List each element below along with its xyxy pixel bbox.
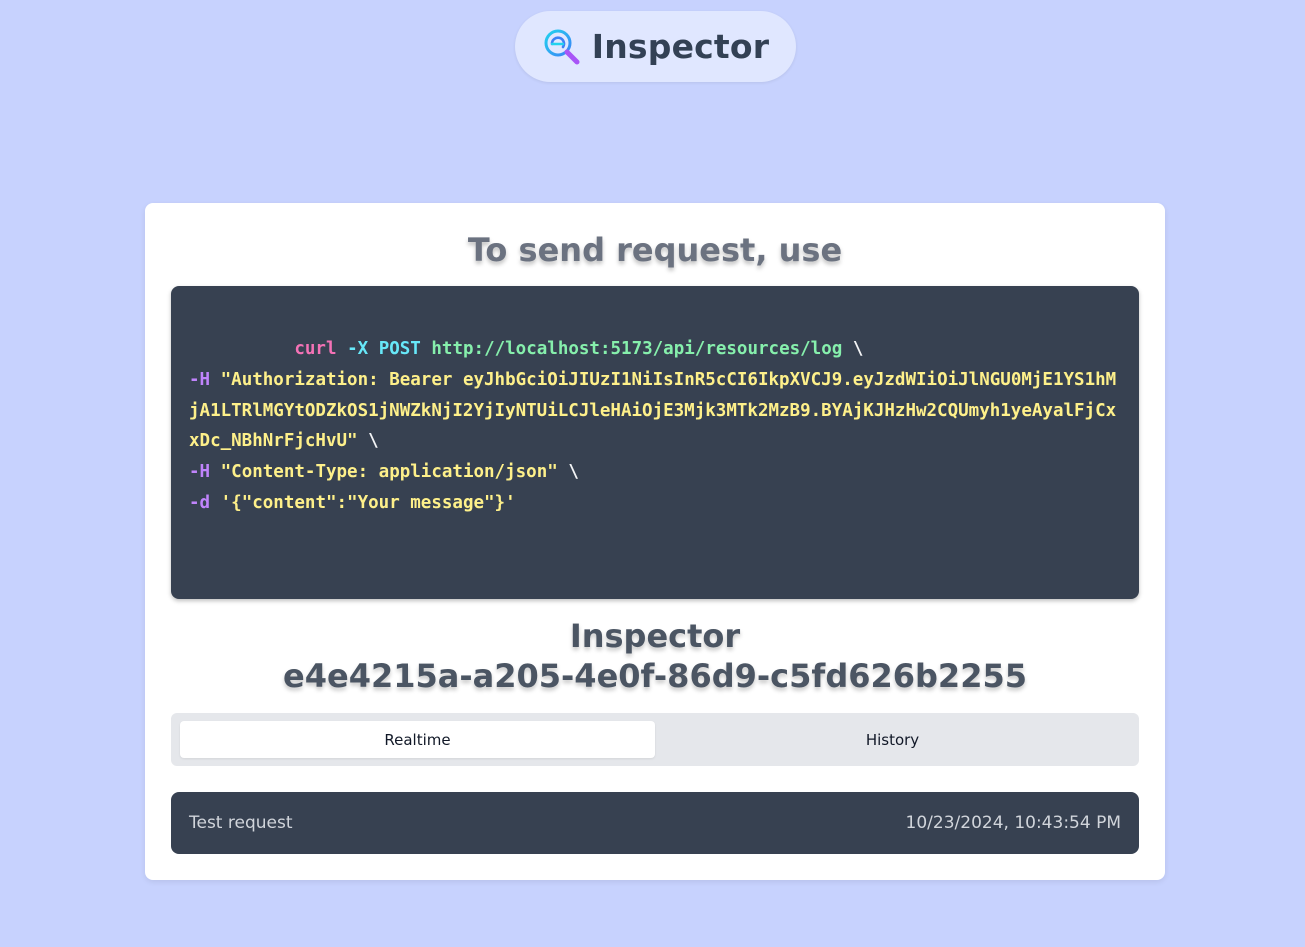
code-continuation: \ (852, 339, 864, 359)
request-timestamp: 10/23/2024, 10:43:54 PM (905, 813, 1121, 833)
inspector-card: To send request, use curl -X POST http:/… (145, 203, 1165, 880)
request-list-item[interactable]: Test request 10/23/2024, 10:43:54 PM (171, 792, 1139, 854)
code-flag-h: -H (189, 369, 211, 390)
code-continuation: \ (368, 431, 379, 452)
code-line-1: curl -X POST http://localhost:5173/api/r… (189, 334, 1121, 365)
request-label: Test request (189, 813, 293, 833)
code-method: POST (378, 339, 421, 359)
code-continuation: \ (568, 462, 579, 483)
inspector-label: Inspector (569, 617, 741, 655)
code-url: http://localhost:5173/api/resources/log (431, 339, 843, 359)
tab-realtime[interactable]: Realtime (180, 721, 655, 758)
code-cmd: curl (294, 339, 337, 359)
view-tabs: Realtime History (171, 713, 1139, 766)
inspector-heading: Inspector e4e4215a-a205-4e0f-86d9-c5fd62… (145, 616, 1165, 696)
tab-history[interactable]: History (655, 721, 1130, 758)
code-content-type-header: "Content-Type: application/json" (220, 462, 558, 483)
code-body: '{"content":"Your message"}' (220, 492, 516, 513)
code-flag-h: -H (189, 462, 211, 483)
app-name: Inspector (591, 27, 770, 66)
curl-code-block: curl -X POST http://localhost:5173/api/r… (171, 286, 1139, 599)
app-logo[interactable]: Inspector (515, 11, 796, 82)
code-line-3: -H "Content-Type: application/json" \ (189, 457, 1121, 488)
send-request-title: To send request, use (467, 231, 843, 269)
code-flag-x: -X (347, 339, 369, 359)
code-auth-header: "Authorization: Bearer eyJhbGciOiJIUzI1N… (189, 369, 1117, 452)
code-line-2: -H "Authorization: Bearer eyJhbGciOiJIUz… (189, 365, 1121, 457)
code-line-4: -d '{"content":"Your message"}' (189, 488, 1121, 519)
magnifier-logo-icon (544, 29, 580, 64)
inspector-id: e4e4215a-a205-4e0f-86d9-c5fd626b2255 (283, 657, 1027, 695)
code-flag-d: -d (189, 492, 211, 513)
